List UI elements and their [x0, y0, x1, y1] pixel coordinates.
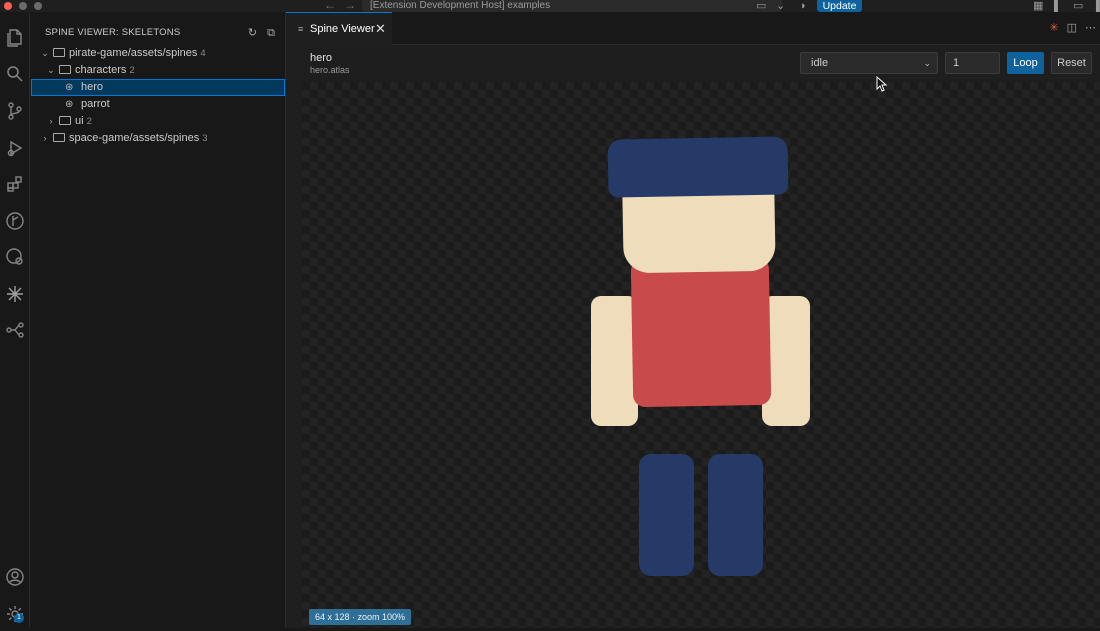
- reset-button[interactable]: Reset: [1051, 52, 1092, 74]
- account-icon[interactable]: [3, 565, 27, 589]
- window-close-button[interactable]: [4, 2, 12, 10]
- spine-icon[interactable]: [3, 282, 27, 306]
- tree-item-label: characters: [75, 64, 127, 76]
- branches-icon[interactable]: [3, 318, 27, 342]
- activity-bar: 1: [0, 12, 30, 628]
- tab-label: Spine Viewer: [310, 23, 375, 35]
- tab-bar: ≡ Spine Viewer ✕ ✳ ◫ ⋯: [286, 12, 1100, 45]
- window-minimize-button[interactable]: [19, 2, 27, 10]
- toggle-sidebar-icon[interactable]: ▌: [1054, 0, 1062, 12]
- sidebar-actions: ↻ ⧉: [238, 26, 275, 40]
- toggle-secondary-sidebar-icon[interactable]: ▐: [1092, 0, 1100, 12]
- atlas-name: hero.atlas: [310, 65, 350, 75]
- collapse-all-icon[interactable]: ⧉: [267, 27, 275, 39]
- loop-button[interactable]: Loop: [1007, 52, 1044, 74]
- tree-item-label: ui: [75, 115, 84, 127]
- tree-item-label: space-game/assets/spines: [69, 132, 200, 144]
- git-graph-icon[interactable]: [3, 209, 27, 233]
- tree-item-count: 2: [86, 116, 92, 127]
- chevron-down-icon: ⌄: [41, 48, 49, 58]
- copilot-icon[interactable]: ◗: [800, 0, 807, 12]
- tree-item-label: parrot: [81, 98, 110, 110]
- chevron-down-icon: ⌄: [923, 58, 931, 68]
- left-leg: [639, 454, 694, 576]
- chevron-right-icon: ›: [49, 116, 53, 126]
- explorer-icon[interactable]: [3, 26, 27, 50]
- zoom-info-badge: 64 x 128 · zoom 100%: [309, 609, 412, 625]
- toggle-panel-icon[interactable]: ▭: [1073, 0, 1083, 12]
- update-button[interactable]: Update: [817, 0, 862, 12]
- tree-item-count: 4: [200, 48, 206, 59]
- spine-icon[interactable]: ✳: [1049, 22, 1058, 34]
- refresh-icon[interactable]: ↻: [248, 27, 257, 39]
- tree-item-ui[interactable]: › ui 2: [30, 113, 285, 130]
- skeleton-icon: ⊛: [65, 82, 74, 93]
- customize-layout-icon[interactable]: ▦: [1033, 0, 1043, 12]
- skeleton-icon: ⊛: [65, 99, 74, 110]
- sidebar: SPINE VIEWER: SKELETONS ↻ ⧉ ⌄ pirate-game/…: [30, 12, 286, 628]
- skeleton-name: hero: [310, 52, 333, 64]
- chevron-down-icon: ⌄: [47, 65, 55, 75]
- tree-item-hero[interactable]: ⊛ hero: [31, 79, 285, 96]
- chat-icon[interactable]: ▭: [756, 0, 766, 12]
- mouse-cursor-icon: [876, 76, 888, 92]
- extensions-icon[interactable]: [3, 172, 27, 196]
- folder-icon: [53, 133, 65, 142]
- skeleton-canvas[interactable]: 64 x 128 · zoom 100%: [302, 82, 1100, 628]
- sidebar-title: SPINE VIEWER: SKELETONS: [45, 27, 181, 38]
- remote-explorer-icon[interactable]: [3, 245, 27, 269]
- title-bar: ← → [Extension Development Host] example…: [0, 0, 1100, 12]
- tree-item-count: 2: [129, 65, 135, 76]
- window-title: [Extension Development Host] examples: [370, 0, 551, 11]
- animation-value: idle: [811, 57, 829, 69]
- tree-item-parrot[interactable]: ⊛ parrot: [30, 96, 285, 113]
- tabbar-actions: ✳ ◫ ⋯: [1041, 21, 1096, 34]
- tab-spine-viewer[interactable]: ≡ Spine Viewer ✕: [286, 12, 392, 45]
- tree-item-pirate-game[interactable]: ⌄ pirate-game/assets/spines 4: [30, 45, 285, 62]
- arrow-right-icon[interactable]: →: [344, 0, 356, 12]
- tree-item-characters[interactable]: ⌄ characters 2: [30, 62, 285, 79]
- folder-icon: [53, 48, 65, 57]
- split-editor-icon[interactable]: ◫: [1067, 22, 1077, 34]
- speed-input[interactable]: 1: [945, 52, 1000, 74]
- head: [622, 188, 776, 274]
- torso: [630, 256, 772, 408]
- folder-icon: [59, 65, 71, 74]
- window-maximize-button[interactable]: [34, 2, 42, 10]
- command-center[interactable]: [Extension Development Host] examples: [362, 0, 782, 12]
- search-icon[interactable]: [3, 62, 27, 86]
- more-actions-icon[interactable]: ⋯: [1085, 22, 1096, 34]
- right-leg: [708, 454, 763, 576]
- tree-item-count: 3: [202, 133, 208, 144]
- arrow-left-icon[interactable]: ←: [324, 0, 336, 12]
- chevron-down-icon[interactable]: ⌄: [776, 0, 785, 12]
- settings-badge: 1: [14, 613, 24, 623]
- tree-item-space-game[interactable]: › space-game/assets/spines 3: [30, 130, 285, 147]
- run-debug-icon[interactable]: [3, 136, 27, 160]
- tree-item-label: pirate-game/assets/spines: [69, 47, 198, 59]
- source-control-icon[interactable]: [3, 99, 27, 123]
- chevron-right-icon: ›: [43, 133, 47, 143]
- animation-select[interactable]: idle ⌄: [800, 52, 938, 74]
- hat: [607, 136, 789, 198]
- editor-area: ≡ Spine Viewer ✕ ✳ ◫ ⋯ hero hero.atlas idl…: [286, 12, 1100, 628]
- close-icon[interactable]: ✕: [375, 13, 386, 45]
- tree-item-label: hero: [81, 81, 104, 93]
- viewer-toolbar: hero hero.atlas idle ⌄ 1 Loop Reset: [302, 46, 1100, 82]
- folder-icon: [59, 116, 71, 125]
- preview-icon: ≡: [298, 24, 304, 34]
